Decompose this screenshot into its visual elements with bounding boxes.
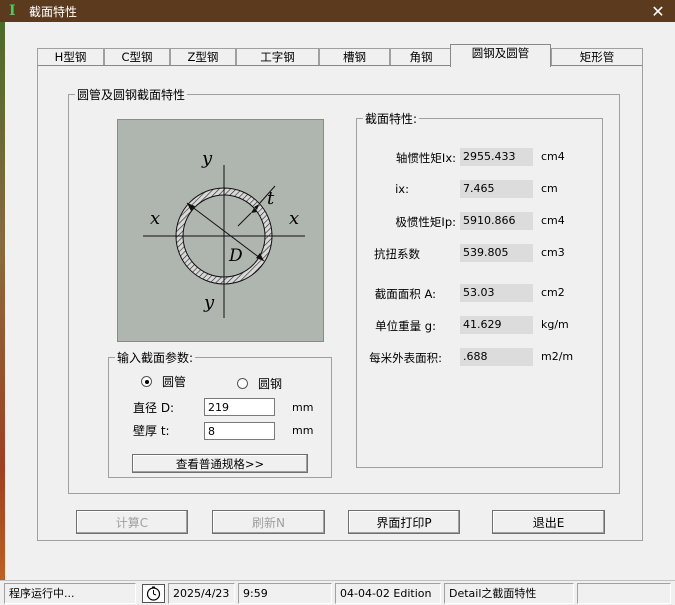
prop-unit-surface: m2/m — [541, 350, 574, 363]
diameter-label: 直径 D: — [133, 401, 175, 415]
tab-round[interactable]: 圆钢及圆管 — [450, 44, 551, 67]
exit-button[interactable]: 退出E — [492, 510, 605, 534]
thickness-unit: mm — [292, 424, 314, 437]
status-state: 程序运行中... — [4, 583, 136, 604]
status-detail: Detail之截面特性 — [444, 583, 574, 604]
section-group-title: 圆管及圆钢截面特性 — [77, 88, 186, 102]
diagram-label-t: t — [267, 188, 275, 209]
tab-angle[interactable]: 角钢 — [390, 48, 452, 66]
tab-z-steel[interactable]: Z型钢 — [170, 48, 236, 66]
diagram-label-y-top: y — [202, 148, 213, 169]
diagram-label-x-left: x — [150, 208, 161, 229]
prop-unit-torsion: cm3 — [541, 246, 565, 259]
status-time: 9:59 — [238, 583, 332, 604]
close-icon[interactable]: ✕ — [649, 0, 667, 22]
calculate-button[interactable]: 计算C — [76, 510, 188, 534]
clock-icon — [142, 584, 165, 603]
prop-value-torsion: 539.805 — [460, 244, 533, 262]
tab-rect-tube[interactable]: 矩形管 — [551, 48, 643, 66]
radio-round-bar-dot[interactable] — [237, 378, 248, 389]
diagram-label-x-right: x — [289, 208, 300, 229]
print-button[interactable]: 界面打印P — [348, 510, 460, 534]
app-icon: I — [9, 3, 16, 19]
prop-unit-ix: cm4 — [541, 150, 565, 163]
prop-value-area: 53.03 — [460, 284, 533, 302]
tab-i-beam[interactable]: 工字钢 — [236, 48, 319, 66]
diameter-unit: mm — [292, 401, 314, 414]
radio-round-bar-label: 圆钢 — [258, 377, 283, 391]
prop-value-weight: 41.629 — [460, 316, 533, 334]
view-spec-button[interactable]: 查看普通规格>> — [132, 454, 308, 473]
status-extra — [577, 583, 671, 604]
section-diagram — [117, 119, 324, 342]
tab-strip: H型钢 C型钢 Z型钢 工字钢 槽钢 角钢 圆钢及圆管 矩形管 — [37, 44, 643, 67]
prop-label-radius: ix: — [395, 182, 409, 196]
prop-value-radius: 7.465 — [460, 180, 533, 198]
window-title: 截面特性 — [29, 4, 78, 19]
diameter-input[interactable] — [204, 398, 275, 416]
title-bar: I 截面特性 ✕ — [0, 0, 675, 22]
status-date: 2025/4/23 — [168, 583, 235, 604]
prop-label-surface: 每米外表面积: — [369, 351, 442, 365]
diagram-label-y-bottom: y — [204, 292, 215, 313]
tab-c-steel[interactable]: C型钢 — [104, 48, 170, 66]
properties-title: 截面特性: — [365, 112, 418, 126]
prop-label-weight: 单位重量 g: — [375, 319, 436, 333]
radio-round-tube-dot[interactable] — [141, 376, 152, 387]
diagram-label-d: D — [229, 246, 243, 266]
prop-label-ip: 极惯性矩Ip: — [395, 215, 456, 229]
prop-label-torsion: 抗扭系数 — [374, 247, 420, 261]
radio-round-tube-label: 圆管 — [162, 375, 187, 389]
background-edge — [0, 22, 5, 582]
thickness-input[interactable] — [204, 422, 275, 440]
prop-label-ix: 轴惯性矩Ix: — [395, 151, 456, 165]
prop-value-ip: 5910.866 — [460, 212, 533, 230]
radio-round-tube[interactable]: 圆管 — [141, 373, 186, 390]
input-title: 输入截面参数: — [117, 351, 194, 365]
status-edition: 04-04-02 Edition — [335, 583, 441, 604]
prop-value-ix: 2955.433 — [460, 148, 533, 166]
prop-unit-weight: kg/m — [541, 318, 569, 331]
prop-unit-area: cm2 — [541, 286, 565, 299]
tab-channel[interactable]: 槽钢 — [319, 48, 390, 66]
refresh-button[interactable]: 刷新N — [212, 510, 325, 534]
thickness-label: 壁厚 t: — [133, 424, 170, 438]
radio-round-bar[interactable]: 圆钢 — [237, 375, 282, 392]
status-bar: 程序运行中... 2025/4/23 9:59 04-04-02 Edition… — [0, 580, 675, 605]
prop-unit-ip: cm4 — [541, 214, 565, 227]
tab-h-steel[interactable]: H型钢 — [37, 48, 104, 66]
prop-value-surface: .688 — [460, 348, 533, 366]
prop-unit-radius: cm — [541, 182, 558, 195]
prop-label-area: 截面面积 A: — [374, 287, 436, 301]
